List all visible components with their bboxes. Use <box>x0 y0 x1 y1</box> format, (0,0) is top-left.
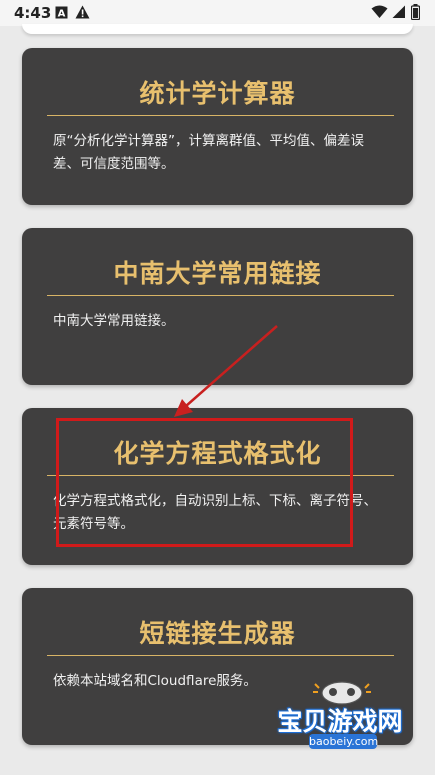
annotation-arrow-icon <box>174 325 278 417</box>
watermark-url: baobeiy.com <box>309 734 379 749</box>
watermark-text: 宝贝游戏网 <box>277 707 403 736</box>
watermark-logo: 宝贝游戏网 baobeiy.com <box>255 678 425 758</box>
